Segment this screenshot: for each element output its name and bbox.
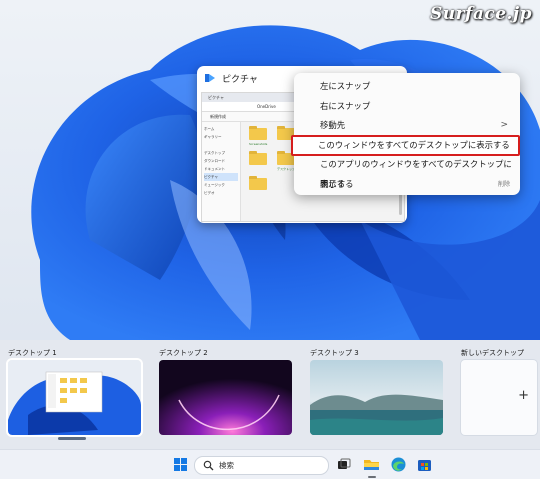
desktop-1[interactable]: デスクトップ 1 bbox=[6, 346, 143, 437]
menu-item-show-app-on-all-desktops[interactable]: このアプリのウィンドウをすべてのデスクトップに表示する bbox=[294, 155, 520, 189]
store-icon[interactable] bbox=[415, 455, 434, 474]
desktop-thumbnail bbox=[159, 360, 292, 435]
mini-side-item: デスクトップ bbox=[204, 151, 225, 155]
menu-item-snap-left[interactable]: 左にスナップ bbox=[294, 77, 520, 97]
mini-side-item: ビデオ bbox=[204, 191, 215, 195]
mini-side-item: ミュージック bbox=[204, 183, 225, 187]
chevron-right-icon: > bbox=[500, 120, 508, 130]
desktop-2[interactable]: デスクトップ 2 bbox=[159, 346, 292, 435]
menu-item-label: 左にスナップ bbox=[320, 81, 371, 91]
menu-item-snap-right[interactable]: 右にスナップ bbox=[294, 97, 520, 117]
mini-folder bbox=[249, 176, 267, 200]
window-context-menu: 左にスナップ 右にスナップ 移動先 > このウィンドウをすべてのデスクトップに表示… bbox=[291, 73, 520, 195]
file-explorer-icon[interactable] bbox=[362, 455, 381, 474]
desktop-label: デスクトップ 1 bbox=[8, 349, 57, 357]
folder-icon bbox=[249, 176, 267, 190]
menu-item-show-window-on-all-desktops[interactable]: このウィンドウをすべてのデスクトップに表示する bbox=[291, 134, 520, 156]
windows-start-icon[interactable] bbox=[171, 455, 190, 474]
mini-side-item: ホーム bbox=[204, 127, 215, 131]
mini-sidebar: ホーム ギャラリー デスクトップ ダウンロード ドキュメント ピクチャ ミュージ… bbox=[202, 122, 241, 221]
menu-item-accelerator: 削除 bbox=[497, 180, 510, 188]
mini-side-item: ピクチャ bbox=[204, 173, 238, 181]
menu-item-label: このウィンドウをすべてのデスクトップに表示する bbox=[318, 139, 510, 150]
new-desktop[interactable]: 新しいデスクトップ + bbox=[461, 346, 537, 435]
desktop-switcher: デスクトップ 1 デスクトップ 2 デスクトップ 3 新しいデスクトップ + bbox=[0, 340, 540, 449]
new-desktop-button[interactable]: + bbox=[461, 360, 537, 435]
desktop-label: デスクトップ 3 bbox=[310, 349, 359, 357]
mini-side-item bbox=[204, 141, 238, 149]
menu-item-move-to[interactable]: 移動先 > bbox=[294, 116, 520, 136]
pictures-app-icon bbox=[205, 74, 215, 82]
mini-side-item: ドキュメント bbox=[204, 167, 225, 171]
menu-item-label: 右にスナップ bbox=[320, 100, 371, 111]
taskbar: 検索 bbox=[0, 449, 540, 479]
window-title: ピクチャ bbox=[222, 74, 258, 85]
folder-icon bbox=[249, 151, 267, 165]
edge-icon[interactable] bbox=[389, 455, 408, 474]
mini-folder: Screenshots bbox=[249, 126, 267, 150]
menu-item-label: 閉じる bbox=[320, 178, 346, 189]
site-watermark: Surface.jp bbox=[429, 4, 532, 24]
task-view-icon[interactable] bbox=[334, 455, 353, 474]
desktop-3[interactable]: デスクトップ 3 bbox=[310, 346, 443, 435]
search-icon bbox=[203, 460, 214, 471]
mini-side-item: ダウンロード bbox=[204, 159, 225, 163]
mini-folder: デスクトップ bbox=[277, 151, 295, 175]
new-desktop-label: 新しいデスクトップ bbox=[461, 349, 524, 357]
mini-folder bbox=[249, 151, 267, 175]
desktop-label: デスクトップ 2 bbox=[159, 349, 208, 357]
desktop-thumbnail bbox=[6, 358, 143, 437]
search-placeholder: 検索 bbox=[219, 461, 234, 470]
mini-side-item: ギャラリー bbox=[204, 135, 222, 139]
active-desktop-indicator bbox=[58, 437, 86, 440]
menu-item-close[interactable]: 閉じる 削除 bbox=[294, 175, 520, 195]
folder-icon bbox=[249, 126, 267, 140]
desktop-thumbnail bbox=[310, 360, 443, 435]
taskbar-search-box[interactable]: 検索 bbox=[194, 456, 329, 475]
plus-icon: + bbox=[518, 388, 529, 403]
menu-item-label: 移動先 bbox=[320, 120, 346, 130]
